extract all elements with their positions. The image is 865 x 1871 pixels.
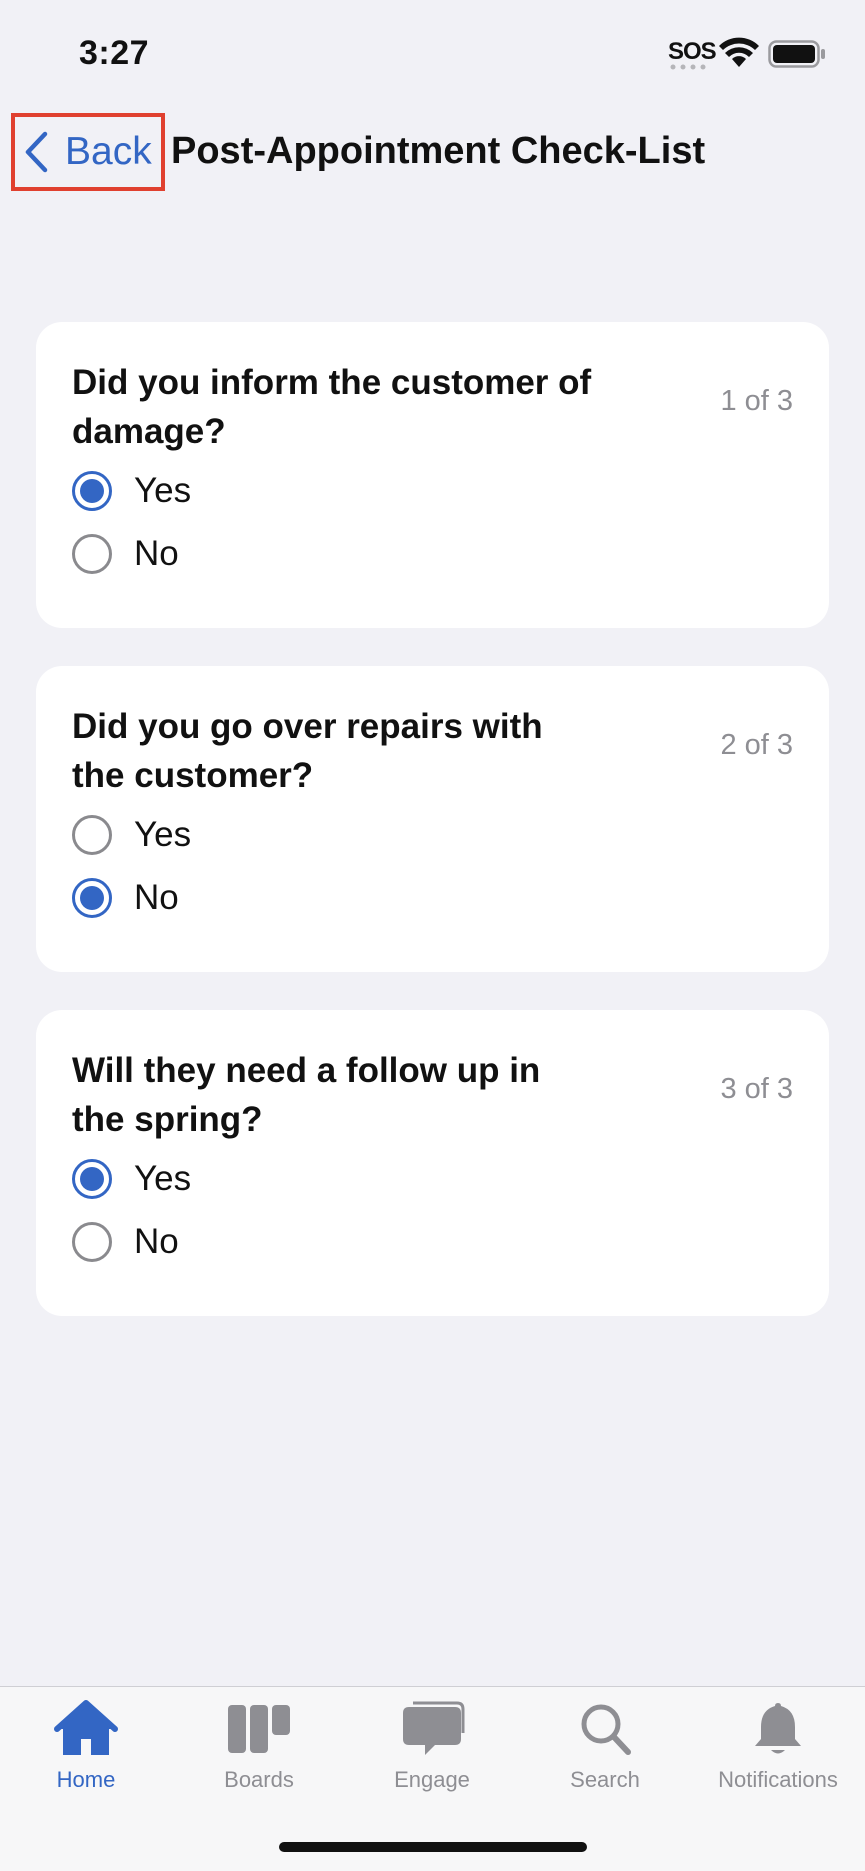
chevron-left-icon bbox=[25, 131, 48, 173]
tab-label: Engage bbox=[394, 1767, 470, 1792]
tab-notifications[interactable]: Notifications bbox=[692, 1699, 864, 1809]
wifi-icon bbox=[719, 37, 759, 67]
signal-dots-icon bbox=[670, 64, 706, 70]
radio-button-selected[interactable] bbox=[72, 471, 112, 511]
tab-home[interactable]: Home bbox=[0, 1699, 172, 1809]
search-icon bbox=[581, 1704, 631, 1755]
question-card: Will they need a follow up in the spring… bbox=[36, 1010, 829, 1316]
sos-indicator: SOS bbox=[668, 38, 717, 65]
tab-search[interactable]: Search bbox=[519, 1699, 691, 1809]
status-bar: 3:27 SOS bbox=[0, 0, 865, 110]
radio-button[interactable] bbox=[72, 1222, 112, 1262]
radio-button[interactable] bbox=[72, 815, 112, 855]
tab-label: Home bbox=[56, 1767, 116, 1792]
back-button[interactable]: Back bbox=[11, 113, 165, 191]
option-yes[interactable]: Yes bbox=[72, 812, 191, 858]
boards-icon bbox=[228, 1705, 290, 1753]
option-no[interactable]: No bbox=[72, 875, 179, 921]
option-label: Yes bbox=[134, 471, 192, 510]
option-label: Yes bbox=[134, 815, 192, 854]
option-label: Yes bbox=[134, 1159, 192, 1198]
radio-button[interactable] bbox=[72, 534, 112, 574]
question-text: Did you inform the customer of damage? bbox=[72, 363, 592, 451]
back-label: Back bbox=[65, 130, 152, 173]
chat-bubble-icon bbox=[403, 1701, 465, 1755]
home-indicator bbox=[279, 1842, 587, 1852]
tab-engage[interactable]: Engage bbox=[346, 1699, 518, 1809]
option-label: No bbox=[134, 1222, 179, 1261]
question-text: Will they need a follow up in the spring… bbox=[72, 1051, 541, 1139]
bell-icon bbox=[755, 1703, 801, 1754]
option-yes[interactable]: Yes bbox=[72, 1156, 191, 1202]
question-counter: 1 of 3 bbox=[720, 385, 793, 417]
home-icon bbox=[54, 1700, 118, 1755]
tab-label: Boards bbox=[224, 1767, 294, 1792]
tab-label: Search bbox=[570, 1767, 640, 1792]
question-card: Did you go over repairs with the custome… bbox=[36, 666, 829, 972]
question-counter: 2 of 3 bbox=[720, 729, 793, 761]
question-card: Did you inform the customer of damage? 1… bbox=[36, 322, 829, 628]
radio-button-selected[interactable] bbox=[72, 1159, 112, 1199]
option-no[interactable]: No bbox=[72, 1219, 179, 1265]
tab-boards[interactable]: Boards bbox=[173, 1699, 345, 1809]
radio-button-selected[interactable] bbox=[72, 878, 112, 918]
tab-label: Notifications bbox=[718, 1767, 838, 1792]
question-text: Did you go over repairs with the custome… bbox=[72, 707, 543, 795]
page-title: Post-Appointment Check-List bbox=[171, 130, 706, 172]
option-no[interactable]: No bbox=[72, 531, 179, 577]
navigation-bar: Back Post-Appointment Check-List bbox=[0, 110, 865, 196]
status-time: 3:27 bbox=[79, 34, 150, 72]
question-counter: 3 of 3 bbox=[720, 1073, 793, 1105]
option-label: No bbox=[134, 878, 179, 917]
battery-icon bbox=[768, 40, 825, 68]
option-label: No bbox=[134, 534, 179, 573]
option-yes[interactable]: Yes bbox=[72, 468, 191, 514]
